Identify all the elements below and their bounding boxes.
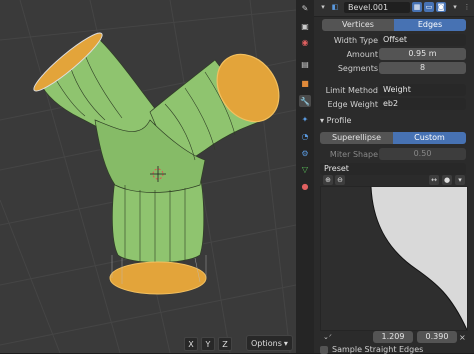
preset-dropdown[interactable]: Preset: [320, 163, 466, 175]
viewport-canvas: [0, 0, 296, 353]
miter-shape-field[interactable]: 0.50: [379, 148, 466, 160]
profile-type-toggle: Superellipse Custom: [320, 132, 466, 144]
tool-tab-icon[interactable]: ✎: [299, 2, 311, 14]
miter-shape-label: Miter Shape: [329, 150, 378, 159]
preset-label: Preset: [324, 164, 349, 173]
curve-menu-icon[interactable]: ▾: [455, 175, 465, 185]
scene-tab-icon[interactable]: ◉: [299, 36, 311, 48]
superellipse-button[interactable]: Superellipse: [320, 132, 393, 144]
limit-method-value: Weight: [383, 85, 411, 94]
custom-button[interactable]: Custom: [393, 132, 466, 144]
options-label: Options: [251, 338, 282, 348]
limit-method-dropdown[interactable]: Weight: [379, 84, 466, 96]
edge-weight-value: eb2: [383, 99, 399, 108]
curve-point-bar: ⌄ᐟ 1.209 0.390 ×: [321, 331, 467, 343]
amount-label: Amount: [346, 50, 378, 59]
particles-tab-icon[interactable]: ✦: [299, 113, 311, 125]
render-tab-icon[interactable]: ▣: [299, 20, 311, 32]
chevron-down-icon: ▾: [283, 338, 288, 348]
selected-face-bottom: [109, 261, 207, 295]
segments-label: Segments: [337, 64, 378, 73]
profile-curve-graph: [321, 186, 468, 331]
width-type-value: Offset: [383, 35, 408, 44]
modifier-name-field[interactable]: Bevel.001: [344, 2, 410, 13]
width-type-label: Width Type: [333, 36, 378, 45]
dropdown-menu-icon[interactable]: ▾: [450, 2, 460, 12]
options-dropdown[interactable]: Options ▾: [246, 335, 293, 351]
physics-tab-icon[interactable]: ◔: [299, 130, 311, 142]
edges-button[interactable]: Edges: [394, 19, 466, 31]
3d-viewport[interactable]: X Y Z Options ▾: [0, 0, 296, 353]
axis-z-button[interactable]: Z: [218, 337, 232, 351]
render-toggle-icon[interactable]: ◙: [436, 2, 446, 12]
sample-checkbox[interactable]: [320, 345, 328, 354]
chevron-down-icon: ▾: [320, 116, 325, 125]
reset-view-icon[interactable]: ●: [442, 175, 452, 185]
vertices-button[interactable]: Vertices: [322, 19, 394, 31]
handle-types-icon[interactable]: ⌄ᐟ: [323, 333, 332, 341]
zoom-out-icon[interactable]: ⊖: [335, 175, 345, 185]
reverse-icon[interactable]: ↔: [429, 175, 439, 185]
axis-x-button[interactable]: X: [184, 337, 198, 351]
edit-mode-toggle-icon[interactable]: ▦: [412, 2, 422, 12]
view-layer-tab-icon[interactable]: ▤: [299, 58, 311, 70]
modifier-wrench-icon[interactable]: 🔧: [299, 95, 311, 107]
affect-toggle: Vertices Edges: [322, 19, 466, 31]
edge-weight-label: Edge Weight: [327, 100, 378, 109]
amount-field[interactable]: 0.95 m: [379, 48, 466, 60]
bevel-modifier-icon: ◧: [331, 3, 339, 11]
object-tab-icon[interactable]: ■: [299, 77, 311, 89]
profile-subpanel-header[interactable]: ▾ Profile: [320, 116, 351, 125]
segments-field[interactable]: 8: [379, 62, 466, 74]
zoom-icon[interactable]: ⊕: [323, 175, 333, 185]
data-tab-icon[interactable]: ▽: [299, 163, 311, 175]
profile-curve-widget[interactable]: [320, 186, 468, 331]
axis-buttons: X Y Z: [184, 337, 232, 351]
curve-x-field[interactable]: 1.209: [373, 331, 413, 343]
width-type-dropdown[interactable]: Offset: [379, 34, 466, 46]
collapse-arrow-icon[interactable]: ▾: [318, 2, 328, 12]
close-icon[interactable]: ×: [459, 333, 466, 342]
limit-method-label: Limit Method: [325, 86, 378, 95]
edge-weight-dropdown[interactable]: eb2: [379, 98, 466, 110]
axis-y-button[interactable]: Y: [201, 337, 215, 351]
viewport-toggle-icon[interactable]: ▭: [424, 2, 434, 12]
modifier-header: ▾ ◧ Bevel.001 ▦ ▭ ◙ ▾ ⋮: [314, 0, 474, 17]
curve-y-field[interactable]: 0.390: [417, 331, 457, 343]
profile-title: Profile: [326, 116, 352, 125]
properties-tab-strip: ✎ ▣ ◉ ▤ ■ 🔧 ✦ ◔ ⚙ ▽ ●: [296, 0, 314, 353]
constraints-tab-icon[interactable]: ⚙: [299, 147, 311, 159]
material-tab-icon[interactable]: ●: [299, 180, 311, 192]
drag-handle-icon[interactable]: ⋮: [462, 2, 472, 12]
